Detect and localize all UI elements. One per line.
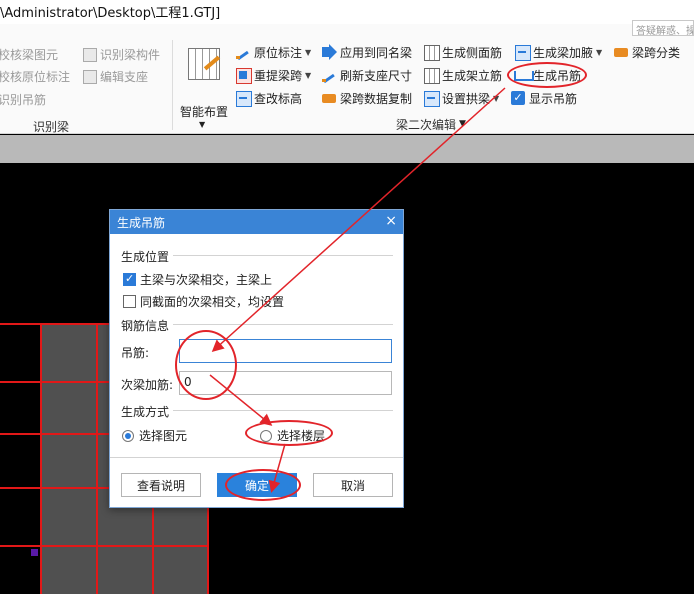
- secondary-beam-label: 次梁加筋:: [121, 378, 174, 392]
- span-classify-label: 梁跨分类: [632, 45, 681, 60]
- identify-beam-component-button[interactable]: 识别梁构件: [81, 44, 160, 64]
- chevron-down-icon: ▼: [305, 47, 312, 57]
- option-main-secondary-checkbox[interactable]: 主梁与次梁相交，主梁上: [123, 271, 272, 288]
- grid-line: [40, 323, 42, 594]
- dialog-title-bar: 生成吊筋 ×: [110, 210, 403, 234]
- check-elevation-button[interactable]: 查改标高: [235, 88, 302, 108]
- annotation-ellipse-generate-hanger: [507, 62, 587, 88]
- check-beam-element-button[interactable]: 校核梁图元: [0, 44, 58, 64]
- edit-support-label: 编辑支座: [100, 69, 149, 84]
- show-hanger-label: 显示吊筋: [529, 91, 578, 106]
- copy-icon: [321, 90, 337, 106]
- method-element-label: 选择图元: [139, 429, 188, 443]
- checkbox-unchecked-icon: [123, 295, 136, 308]
- selection-marker: [31, 549, 38, 556]
- hanger-label: 吊筋:: [121, 346, 150, 360]
- smart-layout-label: 智能布置: [179, 105, 228, 119]
- ribbon-toolbar: 校核梁图元 识别梁构件 校核原位标注 编辑支座 识别吊筋 识别梁 智能布置 ▼ …: [0, 24, 694, 134]
- section-title-position: 生成位置: [121, 248, 174, 265]
- smart-layout-icon: [188, 48, 220, 80]
- original-annotation-label: 原位标注: [254, 45, 303, 60]
- generate-hanger-dialog: 生成吊筋 × 生成位置 主梁与次梁相交，主梁上 同截面的次梁相交，均设置 钢筋信…: [109, 209, 404, 508]
- refresh-support-size-button[interactable]: 刷新支座尺寸: [321, 65, 412, 85]
- classify-icon: [613, 44, 629, 60]
- generate-side-rebar-label: 生成侧面筋: [442, 45, 503, 60]
- section-divider: [110, 457, 403, 458]
- chevron-down-icon: ▼: [305, 70, 312, 80]
- refresh-support-size-label: 刷新支座尺寸: [340, 68, 413, 83]
- annotation-ellipse-select-floor: [245, 420, 333, 446]
- re-extract-span-icon: [235, 67, 252, 84]
- chevron-down-icon: ▼: [493, 93, 500, 103]
- help-search-input[interactable]: 答疑解惑、操作...: [632, 20, 694, 36]
- identify-beam-icon: [81, 46, 97, 62]
- cancel-button[interactable]: 取消: [313, 473, 393, 497]
- side-rebar-icon: [423, 44, 440, 61]
- chevron-down-icon: ▼: [596, 47, 603, 57]
- canvas-header-bar: [0, 135, 694, 163]
- generate-erection-rebar-button[interactable]: 生成架立筋: [423, 65, 502, 85]
- check-elevation-label: 查改标高: [254, 91, 303, 106]
- original-annotation-button[interactable]: 原位标注 ▼: [235, 42, 311, 62]
- edit-support-icon: [81, 68, 97, 84]
- copy-span-data-label: 梁跨数据复制: [340, 91, 413, 106]
- section-divider: [170, 410, 393, 411]
- edit-support-button[interactable]: 编辑支座: [81, 66, 148, 86]
- show-hanger-toggle[interactable]: 显示吊筋: [510, 88, 577, 108]
- grid-line: [0, 545, 208, 547]
- set-arch-beam-label: 设置拱梁: [442, 91, 491, 106]
- erection-rebar-icon: [423, 67, 440, 84]
- section-title-rebar: 钢筋信息: [121, 317, 174, 334]
- chevron-down-icon[interactable]: ▼: [459, 114, 466, 134]
- haunch-icon: [514, 44, 531, 61]
- arch-beam-icon: [423, 90, 440, 107]
- identify-hanger-label: 识别吊筋: [0, 92, 47, 107]
- group-separator: [172, 40, 173, 130]
- checkbox-checked-icon: [123, 272, 136, 286]
- generate-haunch-button[interactable]: 生成梁加腋 ▼: [514, 42, 602, 62]
- view-help-button[interactable]: 查看说明: [121, 473, 201, 497]
- generate-side-rebar-button[interactable]: 生成侧面筋: [423, 42, 502, 62]
- identify-beam-component-label: 识别梁构件: [100, 47, 161, 62]
- section-divider: [170, 324, 393, 325]
- generate-erection-rebar-label: 生成架立筋: [442, 68, 503, 83]
- group-label-identify-beam: 识别梁: [33, 120, 70, 134]
- check-beam-element-label: 校核梁图元: [0, 47, 59, 62]
- span-classify-button[interactable]: 梁跨分类: [613, 42, 680, 62]
- apply-same-name-label: 应用到同名梁: [340, 45, 413, 60]
- check-original-annotation-label: 校核原位标注: [0, 69, 71, 84]
- option-same-section-label: 同截面的次梁相交，均设置: [140, 295, 285, 309]
- close-icon[interactable]: ×: [385, 213, 397, 229]
- copy-span-data-button[interactable]: 梁跨数据复制: [321, 88, 412, 108]
- title-bar: \Administrator\Desktop\工程1.GTJ]: [0, 0, 694, 24]
- check-original-annotation-button[interactable]: 校核原位标注: [0, 66, 70, 86]
- pen-icon: [235, 44, 251, 60]
- grid-line: [96, 323, 98, 594]
- arrow-icon: [321, 44, 337, 60]
- refresh-icon: [321, 67, 337, 83]
- annotation-ellipse-hanger-input: [175, 330, 237, 400]
- section-title-method: 生成方式: [121, 403, 174, 420]
- method-element-radio[interactable]: 选择图元: [122, 427, 187, 444]
- group-label-beam-edit: 梁二次编辑: [396, 118, 457, 132]
- radio-selected-icon: [122, 429, 134, 442]
- annotation-ellipse-ok: [225, 469, 301, 501]
- check-elevation-icon: [235, 90, 252, 107]
- window-title: \Administrator\Desktop\工程1.GTJ]: [0, 6, 221, 21]
- re-extract-span-button[interactable]: 重提梁跨 ▼: [235, 65, 311, 85]
- dialog-title: 生成吊筋: [117, 216, 166, 230]
- generate-haunch-label: 生成梁加腋: [533, 45, 594, 60]
- option-main-secondary-label: 主梁与次梁相交，主梁上: [140, 273, 273, 287]
- chevron-down-icon: ▼: [199, 120, 206, 129]
- identify-hanger-button[interactable]: 识别吊筋: [0, 89, 46, 109]
- set-arch-beam-button[interactable]: 设置拱梁 ▼: [423, 88, 499, 108]
- section-divider: [170, 255, 393, 256]
- smart-layout-button[interactable]: 智能布置 ▼: [178, 46, 230, 129]
- option-same-section-checkbox[interactable]: 同截面的次梁相交，均设置: [123, 293, 284, 310]
- checkbox-checked-icon: [510, 90, 526, 106]
- re-extract-span-label: 重提梁跨: [254, 68, 303, 83]
- apply-same-name-button[interactable]: 应用到同名梁: [321, 42, 412, 62]
